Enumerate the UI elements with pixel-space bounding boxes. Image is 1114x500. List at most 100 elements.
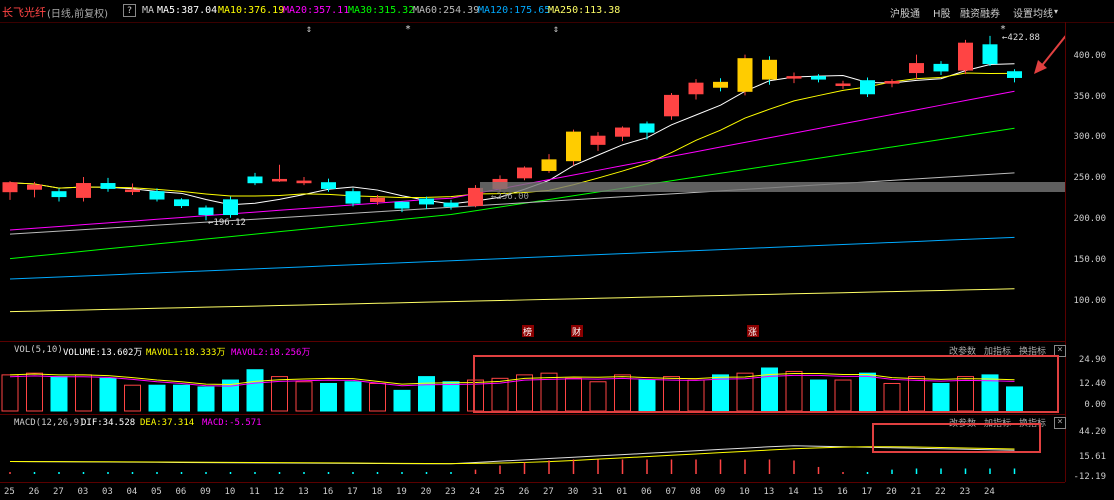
- candle: [296, 180, 312, 184]
- date-label: 21: [910, 487, 922, 497]
- low-label: ←196.12: [208, 218, 246, 228]
- candle: [517, 167, 532, 179]
- volume-bar: [320, 382, 337, 412]
- volume-bar: [99, 377, 117, 412]
- volume-bar: [246, 369, 264, 412]
- candle: [664, 94, 679, 117]
- candle: [76, 183, 91, 198]
- volume-bar: [883, 382, 901, 412]
- volume-bar: [859, 372, 876, 412]
- candle: [223, 199, 238, 216]
- candle: [247, 176, 263, 184]
- price-axis-label: 150.00: [1073, 255, 1106, 265]
- candle: [27, 184, 42, 190]
- volume-bars: [1, 367, 1023, 412]
- candle: [835, 83, 851, 86]
- price-axis-label: 300.00: [1073, 132, 1106, 142]
- ma250-line: [9, 288, 1015, 313]
- mid-label: ←236.00: [491, 192, 529, 202]
- vol-axis-label: 12.40: [1078, 379, 1106, 389]
- candle: [345, 191, 361, 204]
- candle: [149, 191, 165, 200]
- candle: [541, 159, 557, 171]
- ma20-line: [9, 90, 1015, 231]
- candle: [958, 42, 973, 71]
- volume-bar: [638, 379, 656, 412]
- candle: [100, 183, 116, 189]
- date-label: 26: [28, 487, 40, 497]
- event-tag-label: 榜: [523, 326, 532, 338]
- candle: [762, 59, 777, 80]
- candle: [615, 127, 630, 137]
- candle: [174, 199, 189, 207]
- date-label: 15: [812, 487, 824, 497]
- date-label: 27: [53, 487, 64, 497]
- event-tag-label: 涨: [748, 327, 757, 338]
- candle: [590, 135, 606, 145]
- candle: [713, 81, 728, 88]
- date-label: 05: [151, 487, 162, 497]
- volume-bar: [1, 374, 19, 412]
- candle: [394, 201, 410, 209]
- candle: [370, 197, 385, 202]
- candle: [419, 198, 434, 205]
- candle: [1007, 71, 1022, 78]
- date-label: 11: [249, 487, 260, 497]
- candle: [811, 76, 826, 80]
- date-label: 17: [347, 487, 358, 497]
- event-tag-label: 财: [572, 326, 581, 338]
- volume-bar: [687, 379, 705, 412]
- date-label: 24: [984, 487, 995, 497]
- volume-bar: [26, 372, 43, 412]
- date-label: 19: [396, 487, 407, 497]
- candle: [198, 207, 214, 216]
- event-marker: ⇕: [553, 24, 559, 35]
- candle: [884, 81, 900, 84]
- macd-axis-label: -12.19: [1073, 472, 1106, 482]
- date-label: 27: [543, 487, 554, 497]
- volume-bar: [785, 370, 803, 412]
- candle: [125, 189, 140, 193]
- kline-chart[interactable]: ←196.12 ←422.88 ←236.00 ⇕ * ⇕ * 榜 财 涨: [0, 0, 1065, 500]
- volume-bar: [589, 381, 607, 412]
- volume-bar: [197, 386, 215, 412]
- volume-bar: [663, 376, 680, 412]
- volume-bar: [418, 376, 435, 412]
- macd-histogram: [9, 445, 1016, 474]
- date-label: 01: [616, 487, 628, 497]
- vol-axis-label: 0.00: [1084, 400, 1106, 410]
- volume-bar: [834, 379, 852, 412]
- date-label: 12: [273, 487, 285, 497]
- date-label: 13: [298, 487, 309, 497]
- price-axis-label: 200.00: [1073, 214, 1106, 224]
- date-label: 23: [959, 487, 971, 497]
- vol-axis-label: 24.90: [1078, 355, 1106, 365]
- high-label: ←422.88: [1002, 33, 1040, 43]
- date-label: 16: [837, 487, 848, 497]
- volume-bar: [957, 376, 974, 412]
- candle: [786, 76, 802, 79]
- volume-bar: [712, 374, 729, 412]
- date-label: 09: [200, 487, 211, 497]
- date-label: 08: [690, 487, 701, 497]
- candle: [443, 202, 459, 207]
- dif-line: [9, 445, 1015, 465]
- volume-bar: [369, 382, 386, 412]
- dea-line: [9, 446, 1015, 465]
- volume-bar: [393, 389, 411, 412]
- event-marker: ⇕: [306, 24, 312, 35]
- date-label: 31: [592, 487, 603, 497]
- volume-bar: [124, 384, 141, 412]
- candle: [321, 182, 336, 189]
- price-axis-label: 100.00: [1073, 296, 1106, 306]
- candle: [688, 82, 704, 95]
- volume-bar: [908, 376, 925, 412]
- date-label: 30: [567, 487, 579, 497]
- date-label: 25: [4, 487, 15, 497]
- volume-bar: [173, 384, 190, 412]
- date-label: 26: [518, 487, 530, 497]
- date-label: 03: [102, 487, 113, 497]
- volume-bar: [442, 381, 460, 412]
- candle: [51, 191, 67, 198]
- date-label: 18: [371, 487, 383, 497]
